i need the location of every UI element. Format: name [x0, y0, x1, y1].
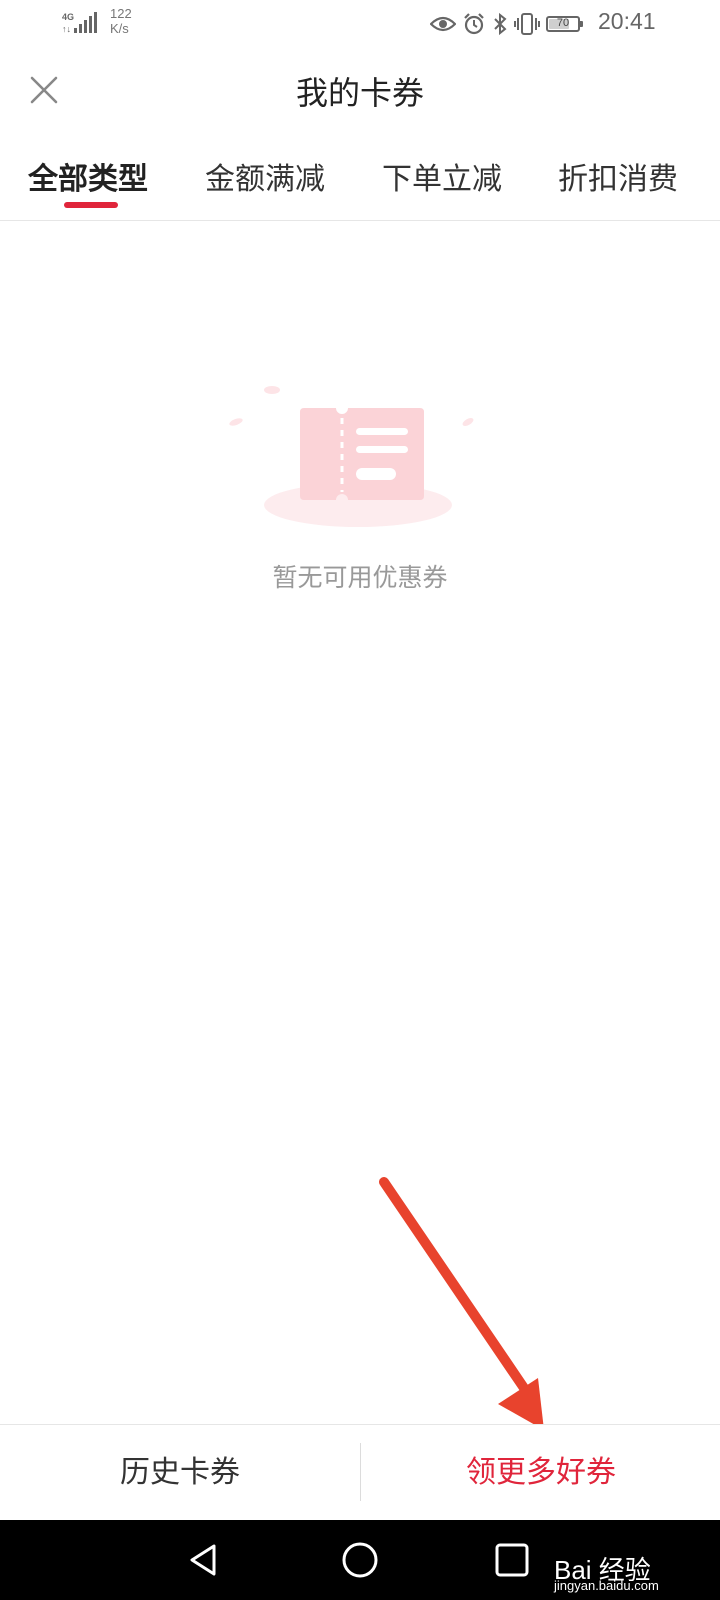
clock: 20:41 — [598, 8, 656, 34]
eye-icon — [430, 16, 456, 32]
status-icons: 70 — [430, 10, 583, 38]
vibrate-icon — [514, 13, 540, 35]
empty-state-message: 暂无可用优惠券 — [272, 563, 448, 592]
bottom-action-bar: 历史卡券 领更多好券 — [0, 1424, 720, 1521]
page-title: 我的卡券 — [295, 74, 424, 112]
coupon-illustration-icon — [229, 386, 474, 527]
battery-icon: 70 — [546, 16, 583, 32]
baidu-jingyan-watermark: Bai 经验 jingyan.baidu.com — [554, 1532, 714, 1593]
tab-amount-discount[interactable]: 金额满减 — [205, 154, 325, 198]
network-type-label: 4G — [62, 12, 74, 22]
battery-level: 70 — [556, 17, 570, 29]
system-nav-bar: Bai 经验 jingyan.baidu.com — [0, 1520, 720, 1600]
svg-text:↑↓: ↑↓ — [62, 24, 71, 34]
active-tab-indicator — [64, 202, 118, 208]
alarm-icon — [464, 13, 484, 35]
annotation-arrow-icon — [379, 1177, 544, 1430]
get-more-coupons-button[interactable]: 领更多好券 — [361, 1425, 720, 1521]
tab-order-discount[interactable]: 下单立减 — [382, 154, 502, 198]
home-icon[interactable] — [338, 1538, 382, 1582]
bluetooth-icon — [494, 12, 507, 36]
back-icon[interactable] — [182, 1538, 226, 1582]
network-speed-value: 122 — [110, 6, 132, 21]
empty-state: 暂无可用优惠券 — [0, 380, 720, 600]
tab-percent-discount[interactable]: 折扣消费 — [558, 154, 678, 198]
status-bar: 4G ↑↓ 122 K/s 70 20:41 — [0, 0, 720, 50]
history-coupons-button[interactable]: 历史卡券 — [0, 1425, 360, 1521]
watermark-url: jingyan.baidu.com — [554, 1578, 659, 1593]
header: 我的卡券 — [0, 50, 720, 130]
recent-apps-icon[interactable] — [490, 1538, 534, 1582]
network-speed: 122 K/s — [110, 6, 132, 36]
network-speed-unit: K/s — [110, 21, 129, 36]
tab-all-types[interactable]: 全部类型 — [28, 154, 148, 198]
coupon-type-tabs: 全部类型 金额满减 下单立减 折扣消费 — [0, 140, 720, 221]
signal-icon: 4G ↑↓ — [62, 12, 97, 34]
